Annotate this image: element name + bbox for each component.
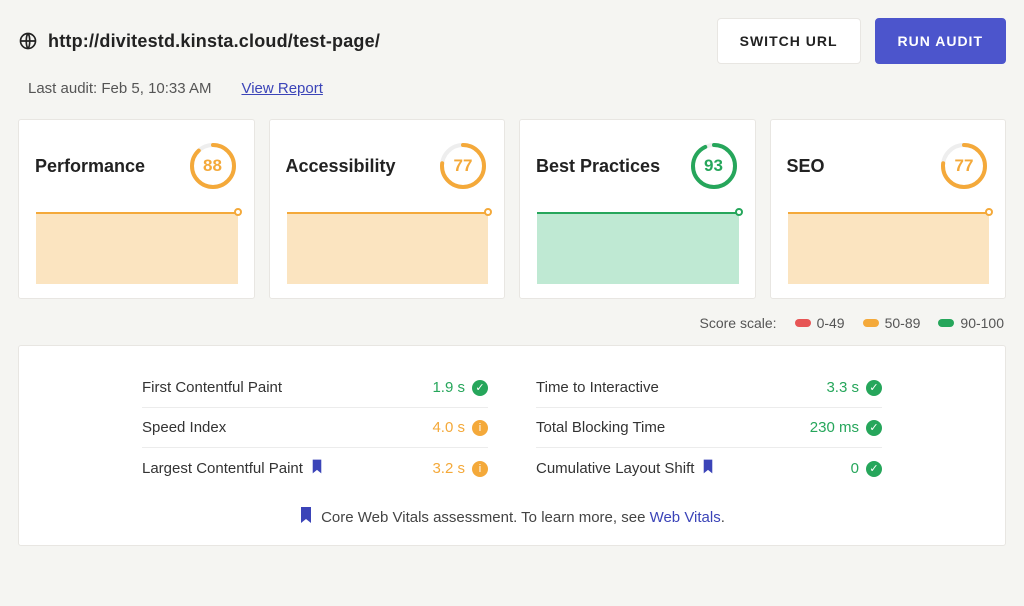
legend-range: 90-100 <box>960 315 1004 331</box>
metric-row: Speed Index 4.0 s i <box>142 408 488 448</box>
legend-range: 0-49 <box>817 315 845 331</box>
metric-row: Total Blocking Time 230 ms ✓ <box>536 408 882 448</box>
metric-row: Time to Interactive 3.3 s ✓ <box>536 368 882 408</box>
legend-range: 50-89 <box>885 315 921 331</box>
run-audit-button[interactable]: RUN AUDIT <box>875 18 1006 64</box>
metric-value: 3.2 s <box>432 460 465 477</box>
trend-chart <box>286 212 489 284</box>
bookmark-icon <box>299 507 313 527</box>
trend-chart <box>35 212 238 284</box>
score-card-accessibility[interactable]: Accessibility 77 <box>269 119 506 299</box>
check-icon: ✓ <box>866 461 882 477</box>
score-ring: 77 <box>438 141 488 191</box>
score-value: 77 <box>438 141 488 191</box>
card-title: Performance <box>35 156 145 177</box>
legend-pill <box>795 319 811 327</box>
metric-value: 230 ms <box>810 419 859 436</box>
web-vitals-link[interactable]: Web Vitals <box>650 509 721 526</box>
last-audit-label: Last audit: Feb 5, 10:33 AM <box>28 80 211 97</box>
score-cards: Performance 88 Accessibility 77 <box>18 119 1006 299</box>
globe-icon <box>18 31 38 51</box>
score-card-seo[interactable]: SEO 77 <box>770 119 1007 299</box>
legend-pill <box>863 319 879 327</box>
metric-value: 3.3 s <box>826 379 859 396</box>
score-value: 88 <box>188 141 238 191</box>
legend-item-green: 90-100 <box>938 315 1004 331</box>
metric-name: Largest Contentful Paint <box>142 460 303 477</box>
score-scale-legend: Score scale: 0-49 50-89 90-100 <box>18 315 1004 331</box>
metric-name: First Contentful Paint <box>142 379 282 396</box>
legend-pill <box>938 319 954 327</box>
score-value: 77 <box>939 141 989 191</box>
header-row: http://divitestd.kinsta.cloud/test-page/… <box>18 18 1006 64</box>
page-url: http://divitestd.kinsta.cloud/test-page/ <box>48 31 380 52</box>
metric-row: First Contentful Paint 1.9 s ✓ <box>142 368 488 408</box>
footer-suffix: . <box>721 509 725 526</box>
info-icon: i <box>472 461 488 477</box>
metric-name: Speed Index <box>142 419 226 436</box>
score-value: 93 <box>689 141 739 191</box>
metric-row: Largest Contentful Paint 3.2 s i <box>142 448 488 489</box>
switch-url-button[interactable]: SWITCH URL <box>717 18 861 64</box>
legend-item-orange: 50-89 <box>863 315 921 331</box>
core-web-vitals-note: Core Web Vitals assessment. To learn mor… <box>47 507 977 527</box>
score-ring: 77 <box>939 141 989 191</box>
trend-chart <box>787 212 990 284</box>
metric-name: Total Blocking Time <box>536 419 665 436</box>
card-title: SEO <box>787 156 825 177</box>
metric-value: 4.0 s <box>432 419 465 436</box>
check-icon: ✓ <box>472 380 488 396</box>
legend-item-red: 0-49 <box>795 315 845 331</box>
metric-row: Cumulative Layout Shift 0 ✓ <box>536 448 882 489</box>
score-ring: 93 <box>689 141 739 191</box>
info-icon: i <box>472 420 488 436</box>
metric-value: 0 <box>851 460 859 477</box>
card-title: Best Practices <box>536 156 660 177</box>
metric-value: 1.9 s <box>432 379 465 396</box>
check-icon: ✓ <box>866 420 882 436</box>
view-report-link[interactable]: View Report <box>241 80 322 97</box>
bookmark-icon <box>311 459 323 478</box>
metrics-panel: First Contentful Paint 1.9 s ✓ Speed Ind… <box>18 345 1006 546</box>
score-card-performance[interactable]: Performance 88 <box>18 119 255 299</box>
score-ring: 88 <box>188 141 238 191</box>
trend-chart <box>536 212 739 284</box>
legend-label: Score scale: <box>700 315 777 331</box>
bookmark-icon <box>702 459 714 478</box>
card-title: Accessibility <box>286 156 396 177</box>
check-icon: ✓ <box>866 380 882 396</box>
metric-name: Time to Interactive <box>536 379 659 396</box>
footer-text: Core Web Vitals assessment. To learn mor… <box>321 509 649 526</box>
metric-name: Cumulative Layout Shift <box>536 460 694 477</box>
score-card-best-practices[interactable]: Best Practices 93 <box>519 119 756 299</box>
